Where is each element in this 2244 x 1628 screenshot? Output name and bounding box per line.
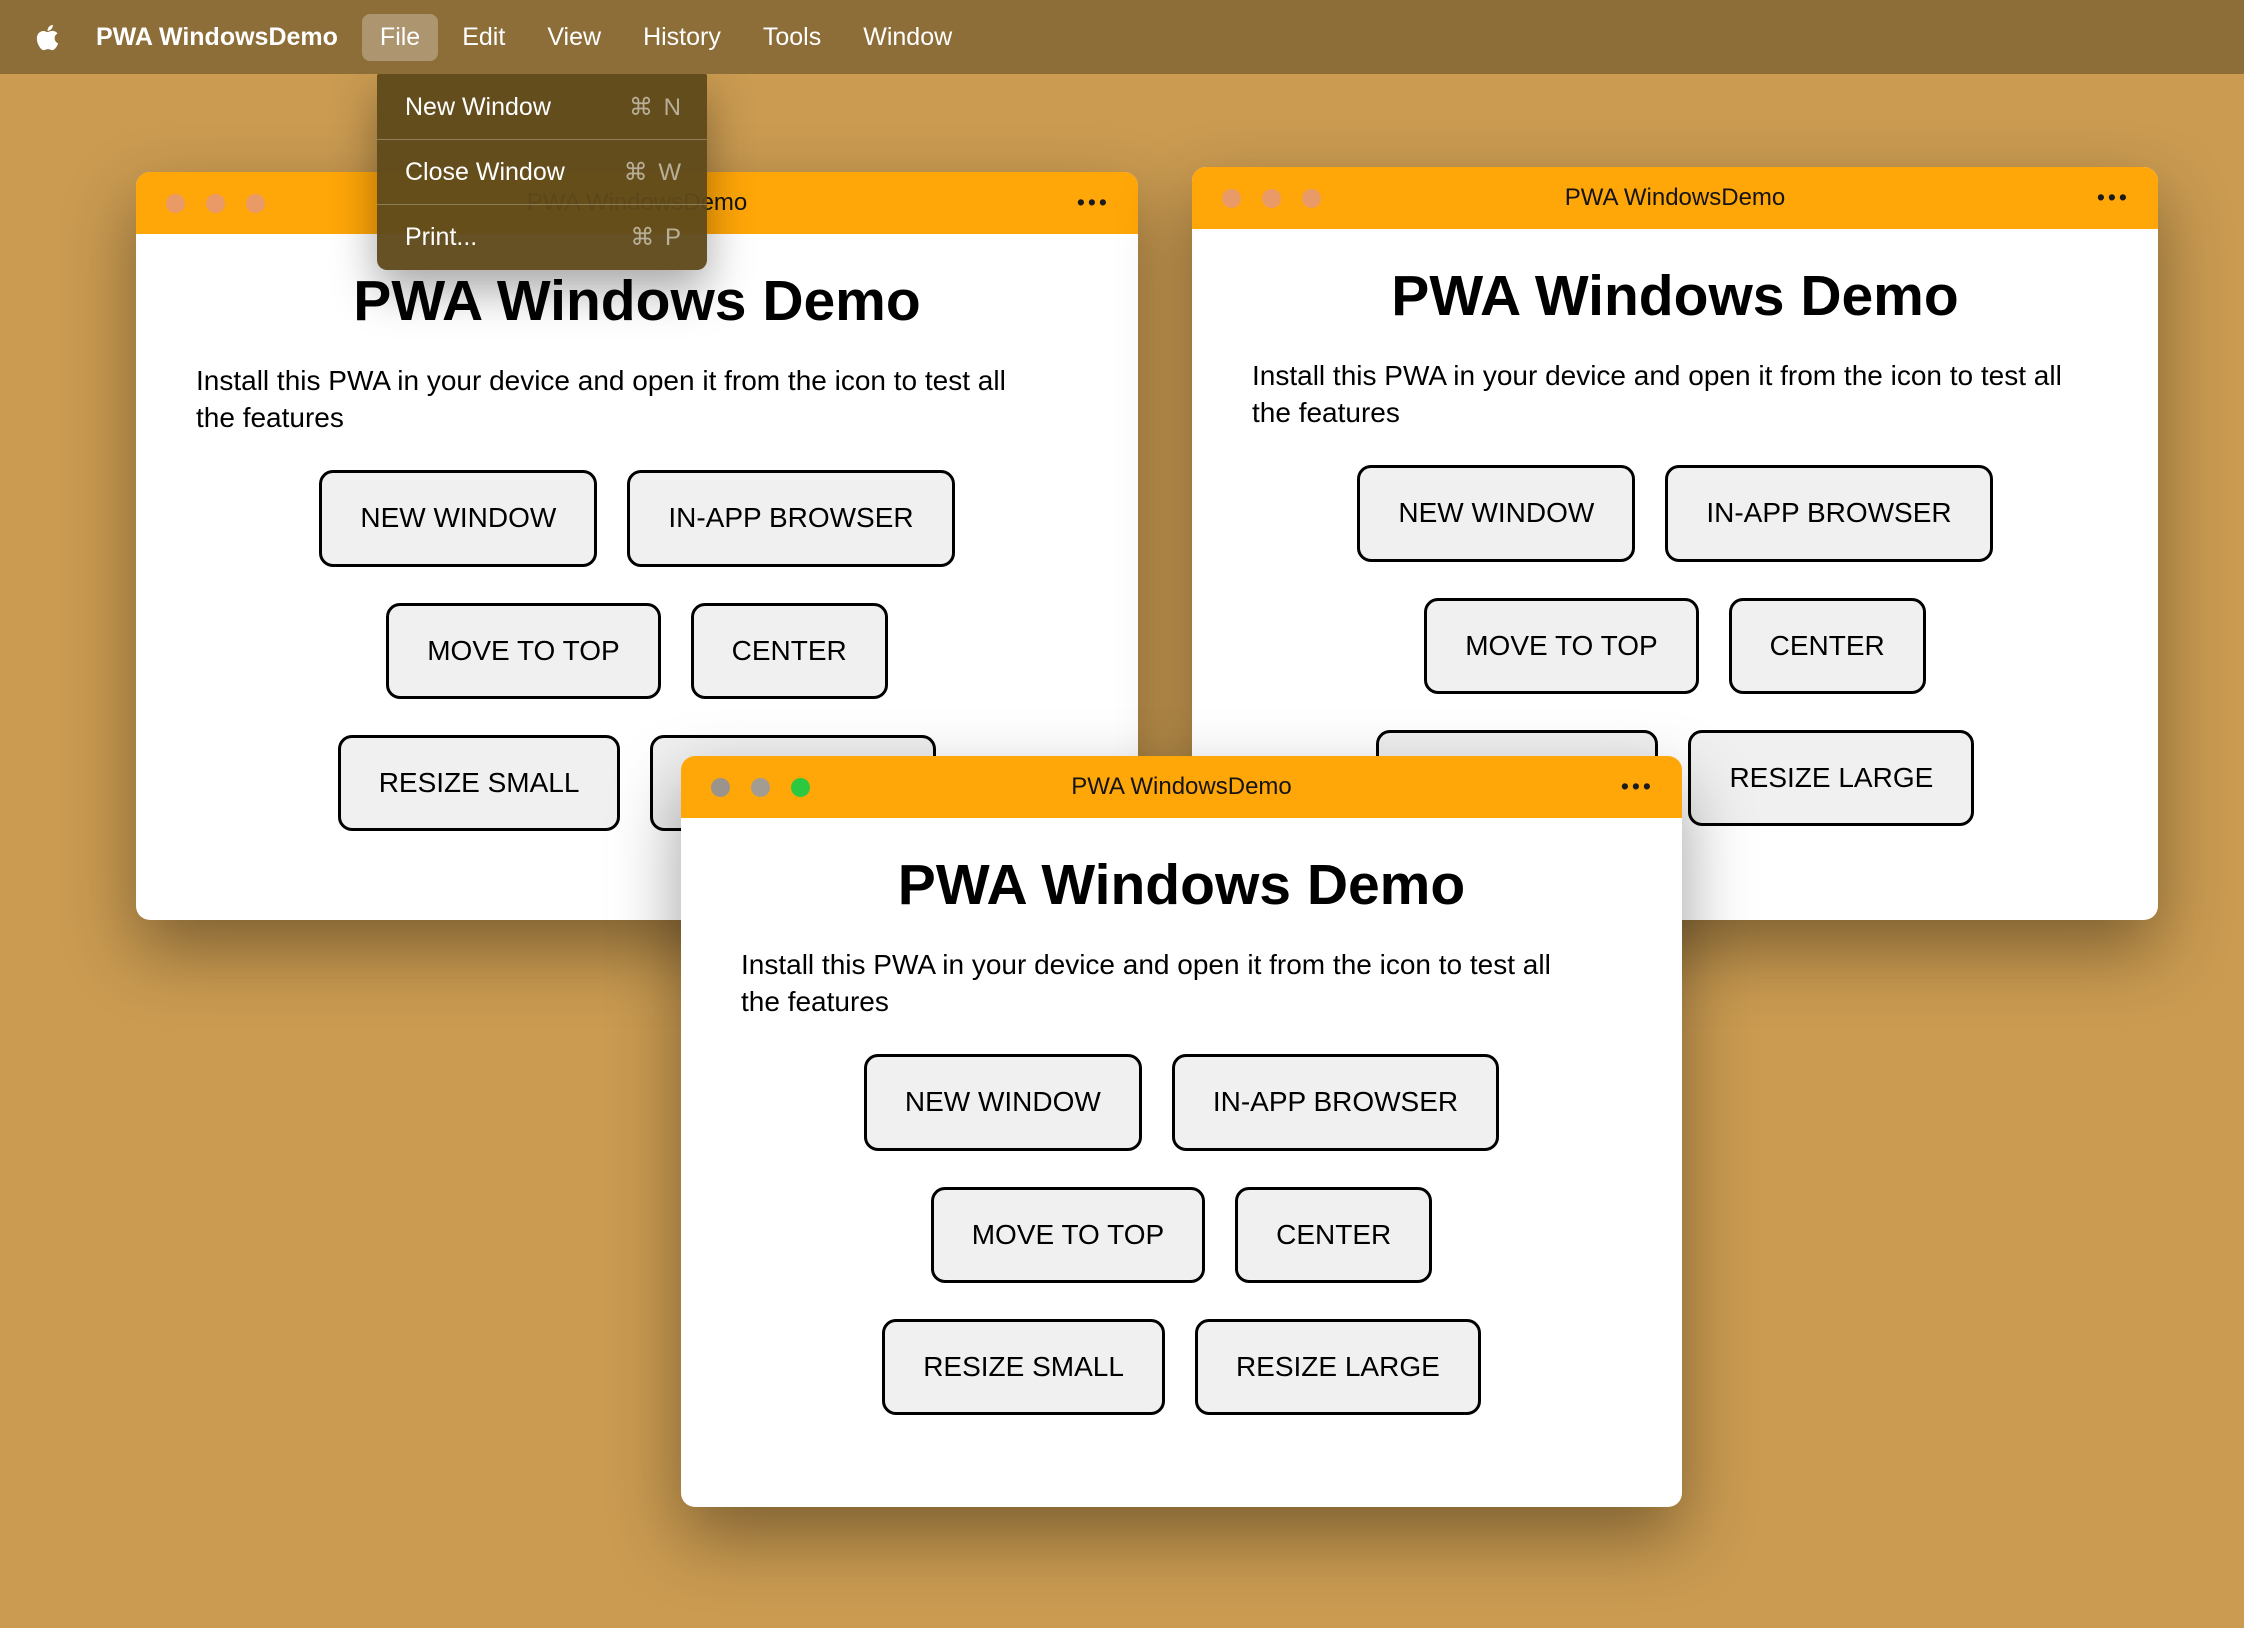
menu-item-label: Close Window bbox=[405, 157, 565, 186]
pwa-window-front: PWA WindowsDemo ••• PWA Windows Demo Ins… bbox=[681, 756, 1682, 1507]
menu-item-shortcut: ⌘ N bbox=[629, 93, 683, 121]
page-heading: PWA Windows Demo bbox=[1391, 264, 1959, 328]
move-to-top-button[interactable]: MOVE TO TOP bbox=[930, 1186, 1206, 1283]
menubar-item-window[interactable]: Window bbox=[845, 14, 970, 61]
traffic-lights bbox=[1222, 188, 1321, 208]
page-heading: PWA Windows Demo bbox=[897, 853, 1466, 917]
resize-large-button[interactable]: RESIZE LARGE bbox=[1688, 729, 1975, 827]
window-content: PWA Windows Demo Install this PWA in you… bbox=[136, 268, 1138, 832]
menu-item-print[interactable]: Print... ⌘ P bbox=[377, 205, 707, 269]
window-content: PWA Windows Demo Install this PWA in you… bbox=[1192, 263, 2158, 827]
menu-item-shortcut: ⌘ W bbox=[623, 158, 683, 186]
zoom-traffic-light[interactable] bbox=[791, 777, 810, 797]
menubar-app-name[interactable]: PWA WindowsDemo bbox=[78, 15, 356, 60]
new-window-button[interactable]: NEW WINDOW bbox=[1357, 465, 1636, 562]
center-button[interactable]: CENTER bbox=[1728, 597, 1926, 694]
minimize-traffic-light[interactable] bbox=[751, 777, 770, 797]
menubar-item-tools[interactable]: Tools bbox=[745, 14, 839, 61]
menu-item-label: New Window bbox=[405, 92, 551, 121]
in-app-browser-button[interactable]: IN-APP BROWSER bbox=[627, 470, 955, 567]
center-button[interactable]: CENTER bbox=[690, 602, 888, 699]
menubar-item-edit[interactable]: Edit bbox=[444, 14, 523, 61]
center-button[interactable]: CENTER bbox=[1235, 1186, 1433, 1283]
window-content: PWA Windows Demo Install this PWA in you… bbox=[681, 852, 1682, 1416]
close-traffic-light[interactable] bbox=[166, 193, 185, 213]
menu-bar: PWA WindowsDemo File Edit View History T… bbox=[0, 0, 2244, 74]
resize-small-button[interactable]: RESIZE SMALL bbox=[337, 734, 621, 832]
menu-item-close-window[interactable]: Close Window ⌘ W bbox=[377, 140, 707, 204]
zoom-traffic-light[interactable] bbox=[1302, 188, 1321, 208]
zoom-traffic-light[interactable] bbox=[246, 193, 265, 213]
minimize-traffic-light[interactable] bbox=[206, 193, 225, 213]
window-titlebar[interactable]: PWA WindowsDemo ••• bbox=[681, 756, 1682, 818]
traffic-lights bbox=[711, 777, 810, 797]
menu-item-shortcut: ⌘ P bbox=[630, 223, 683, 251]
window-overflow-icon[interactable]: ••• bbox=[1621, 773, 1654, 800]
menu-item-label: Print... bbox=[405, 222, 478, 251]
page-description: Install this PWA in your device and open… bbox=[196, 365, 1006, 434]
window-title: PWA WindowsDemo bbox=[1564, 184, 1786, 211]
move-to-top-button[interactable]: MOVE TO TOP bbox=[386, 602, 661, 699]
menubar-item-file[interactable]: File bbox=[361, 13, 439, 61]
menubar-item-history[interactable]: History bbox=[625, 14, 739, 61]
in-app-browser-button[interactable]: IN-APP BROWSER bbox=[1171, 1054, 1500, 1151]
page-description: Install this PWA in your device and open… bbox=[741, 949, 1551, 1018]
page-heading: PWA Windows Demo bbox=[353, 269, 921, 333]
close-traffic-light[interactable] bbox=[1222, 188, 1241, 208]
new-window-button[interactable]: NEW WINDOW bbox=[863, 1054, 1142, 1151]
window-titlebar[interactable]: PWA WindowsDemo ••• bbox=[1192, 167, 2158, 229]
menu-item-new-window[interactable]: New Window ⌘ N bbox=[377, 75, 707, 139]
new-window-button[interactable]: NEW WINDOW bbox=[319, 470, 598, 567]
minimize-traffic-light[interactable] bbox=[1262, 188, 1281, 208]
traffic-lights bbox=[166, 193, 265, 213]
move-to-top-button[interactable]: MOVE TO TOP bbox=[1424, 597, 1699, 694]
window-title: PWA WindowsDemo bbox=[1071, 773, 1292, 800]
apple-icon[interactable] bbox=[30, 20, 64, 54]
resize-large-button[interactable]: RESIZE LARGE bbox=[1194, 1318, 1481, 1416]
resize-small-button[interactable]: RESIZE SMALL bbox=[882, 1318, 1165, 1416]
in-app-browser-button[interactable]: IN-APP BROWSER bbox=[1665, 465, 1993, 562]
close-traffic-light[interactable] bbox=[711, 777, 730, 797]
window-overflow-icon[interactable]: ••• bbox=[1077, 189, 1110, 216]
window-overflow-icon[interactable]: ••• bbox=[2097, 184, 2130, 211]
menubar-item-view[interactable]: View bbox=[529, 14, 619, 61]
page-description: Install this PWA in your device and open… bbox=[1252, 360, 2062, 429]
file-menu-dropdown: New Window ⌘ N Close Window ⌘ W Print...… bbox=[377, 74, 707, 270]
